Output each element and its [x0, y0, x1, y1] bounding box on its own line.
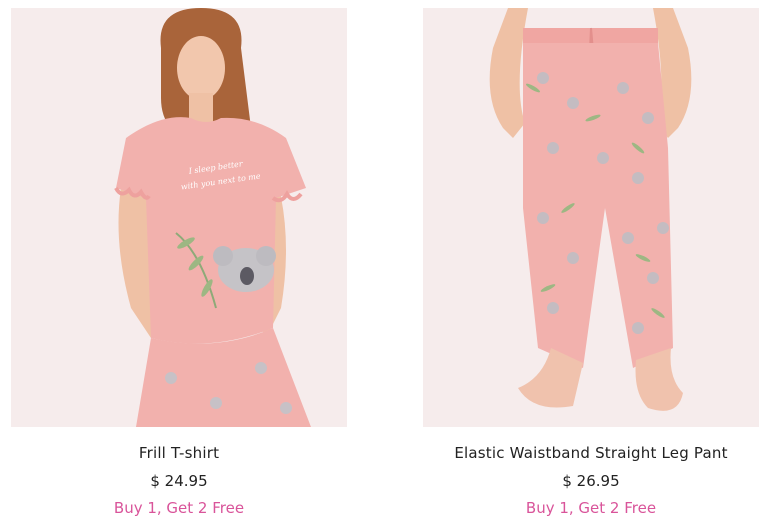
- model-tshirt-photo: I sleep better with you next to me: [11, 8, 347, 427]
- product-price: $ 26.95: [562, 472, 620, 490]
- product-image-frill-tshirt[interactable]: I sleep better with you next to me: [11, 8, 347, 427]
- product-image-straight-leg-pant[interactable]: [423, 8, 759, 427]
- promo-link[interactable]: Buy 1, Get 2 Free: [423, 499, 759, 517]
- promo-link[interactable]: Buy 1, Get 2 Free: [11, 499, 347, 517]
- product-price: $ 24.95: [150, 472, 208, 490]
- product-name[interactable]: Frill T-shirt: [11, 444, 347, 462]
- product-card: I sleep better with you next to me Frill…: [11, 0, 351, 528]
- product-card: Elastic Waistband Straight Leg Pant $ 26…: [423, 0, 763, 528]
- product-name[interactable]: Elastic Waistband Straight Leg Pant: [423, 444, 759, 462]
- model-pant-photo: [423, 8, 759, 427]
- product-grid: I sleep better with you next to me Frill…: [0, 0, 768, 528]
